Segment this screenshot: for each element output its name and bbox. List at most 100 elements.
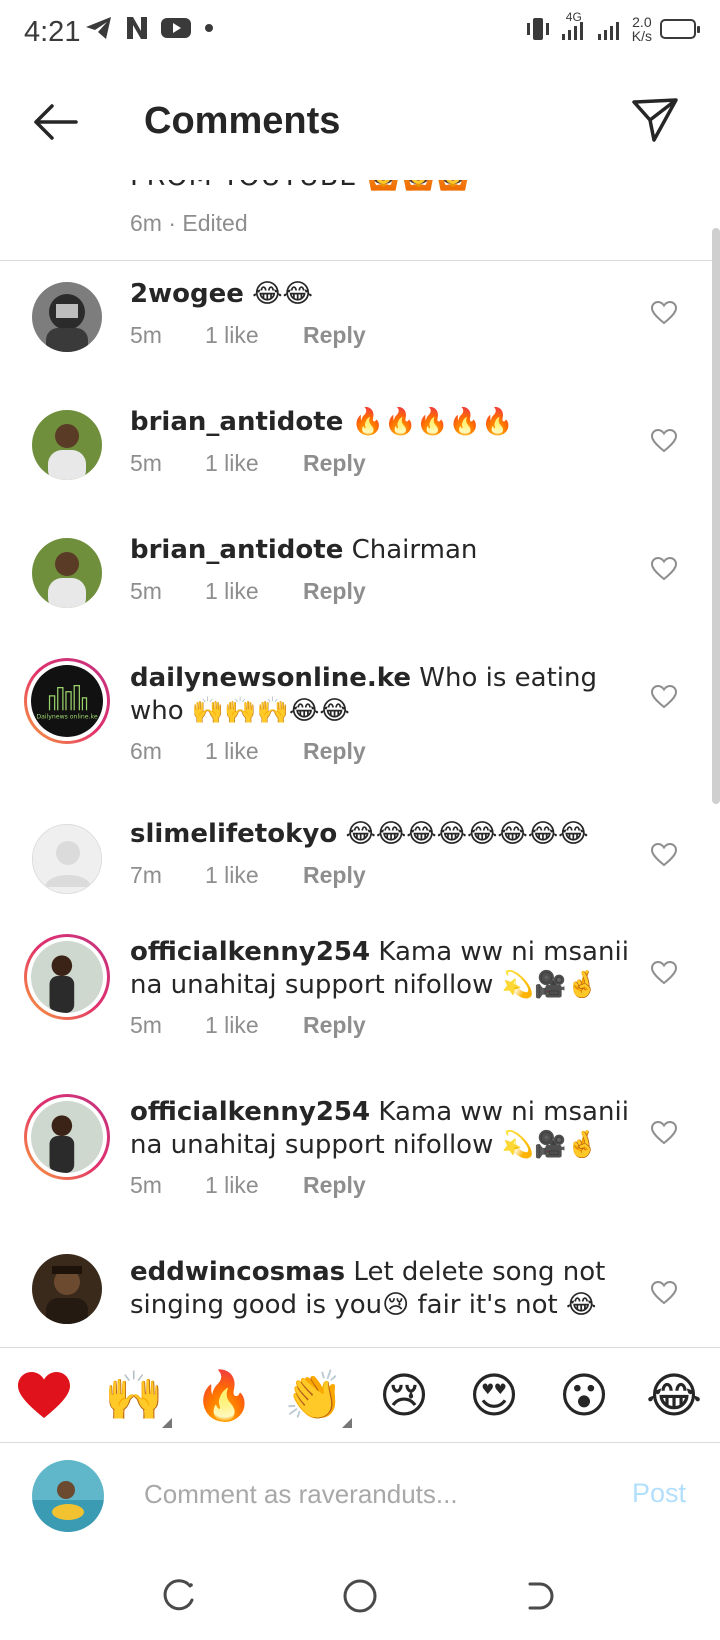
default-avatar-icon xyxy=(33,825,101,893)
comment-username[interactable]: brian_antidote xyxy=(130,535,343,565)
heart-outline-icon xyxy=(650,1280,678,1305)
scrollbar[interactable] xyxy=(712,228,720,804)
comment-text: eddwincosmas Let delete song not singing… xyxy=(130,1256,630,1322)
comment-username[interactable]: eddwincosmas xyxy=(130,1257,345,1287)
comments-header: Comments xyxy=(0,64,720,180)
avatar-story-ring[interactable] xyxy=(24,1094,110,1180)
comment-likes[interactable]: 1 like xyxy=(205,450,303,477)
comment-likes[interactable]: 1 like xyxy=(205,1012,303,1039)
comment-text: brian_antidote Chairman xyxy=(130,534,630,567)
telegram-icon xyxy=(86,17,111,39)
share-button[interactable] xyxy=(630,94,680,144)
comment-item: slimelifetokyo 😂😂😂😂😂😂😂😂 7m 1 like Reply xyxy=(0,806,720,934)
home-button[interactable] xyxy=(340,1576,380,1616)
comment-text: 2wogee 😂😂 xyxy=(130,278,630,311)
avatar xyxy=(31,941,103,1013)
comment-username[interactable]: officialkenny254 xyxy=(130,1097,370,1127)
comment-username[interactable]: 2wogee xyxy=(130,279,244,309)
surprised-face-icon: 😮 xyxy=(558,1368,610,1424)
heart-outline-icon xyxy=(650,960,678,985)
comment-likes[interactable]: 1 like xyxy=(205,578,303,605)
comment-item: brian_antidote Chairman 5m 1 like Reply xyxy=(0,518,720,646)
speed-unit: K/s xyxy=(631,28,652,44)
comment-time: 7m xyxy=(130,862,162,888)
reply-button[interactable]: Reply xyxy=(303,1172,366,1199)
reply-button[interactable]: Reply xyxy=(303,450,366,477)
post-button[interactable]: Post xyxy=(632,1478,686,1509)
more-options-icon xyxy=(162,1418,172,1428)
comment-username[interactable]: officialkenny254 xyxy=(130,937,370,967)
avatar: Dailynews online.ke xyxy=(31,665,103,737)
reaction-clap[interactable]: 👏 xyxy=(284,1366,352,1428)
comment-composer: Post xyxy=(0,1444,720,1554)
like-comment-button[interactable] xyxy=(650,842,678,868)
comment-list[interactable]: 2wogee 😂😂 5m 1 like Reply brian_antidote… xyxy=(0,262,720,1346)
network-type-label: 4G xyxy=(565,10,582,24)
like-comment-button[interactable] xyxy=(650,300,678,326)
comment-text: dailynewsonline.ke Who is eating who 🙌🙌🙌… xyxy=(130,662,630,728)
reply-button[interactable]: Reply xyxy=(303,322,366,349)
comment-text: officialkenny254 Kama ww ni msanii na un… xyxy=(130,1096,630,1162)
comment-time: 6m xyxy=(130,738,162,764)
comment-meta: 5m 1 like Reply xyxy=(130,578,366,605)
like-comment-button[interactable] xyxy=(650,428,678,454)
mobile-signal-4g-icon: 4G xyxy=(560,10,588,44)
crying-face-icon: 😢 xyxy=(378,1368,430,1424)
reaction-laughing[interactable]: 😂 xyxy=(644,1366,704,1426)
youtube-icon xyxy=(161,18,191,38)
recent-apps-button[interactable] xyxy=(160,1576,200,1616)
like-comment-button[interactable] xyxy=(650,1120,678,1146)
avatar-default[interactable] xyxy=(32,824,102,894)
comment-likes[interactable]: 1 like xyxy=(205,322,303,349)
back-button[interactable] xyxy=(30,100,80,144)
like-comment-button[interactable] xyxy=(650,960,678,986)
back-nav-button[interactable] xyxy=(520,1576,560,1616)
back-nav-icon xyxy=(528,1582,554,1610)
heart-outline-icon xyxy=(650,556,678,581)
like-comment-button[interactable] xyxy=(650,684,678,710)
laughing-face-icon: 😂 xyxy=(645,1368,703,1424)
caption-meta: 6m · Edited xyxy=(130,210,248,236)
comment-item: officialkenny254 Kama ww ni msanii na un… xyxy=(0,1094,720,1254)
avatar[interactable] xyxy=(32,282,102,352)
reaction-crying[interactable]: 😢 xyxy=(374,1366,434,1426)
arrow-left-icon xyxy=(34,104,78,140)
more-options-icon xyxy=(342,1418,352,1428)
reaction-surprised[interactable]: 😮 xyxy=(554,1366,614,1426)
comment-item: 2wogee 😂😂 5m 1 like Reply xyxy=(0,262,720,390)
like-comment-button[interactable] xyxy=(650,1280,678,1306)
page-title: Comments xyxy=(144,100,341,142)
reaction-raising-hands[interactable]: 🙌 xyxy=(104,1366,172,1428)
comment-meta: 5m 1 like Reply xyxy=(130,450,366,477)
comment-username[interactable]: brian_antidote xyxy=(130,407,343,437)
comment-likes[interactable]: 1 like xyxy=(205,862,303,889)
avatar-story-ring[interactable] xyxy=(24,934,110,1020)
comment-time: 5m xyxy=(130,450,162,476)
comment-meta: 5m 1 like Reply xyxy=(130,1172,366,1199)
reply-button[interactable]: Reply xyxy=(303,1012,366,1039)
comment-username[interactable]: dailynewsonline.ke xyxy=(130,663,411,693)
reaction-heart[interactable] xyxy=(14,1366,74,1426)
like-comment-button[interactable] xyxy=(650,556,678,582)
reaction-fire[interactable]: 🔥 xyxy=(194,1366,254,1426)
comment-input[interactable] xyxy=(144,1474,564,1514)
reply-button[interactable]: Reply xyxy=(303,578,366,605)
heart-eyes-icon: 😍 xyxy=(468,1368,520,1424)
avatar[interactable] xyxy=(32,410,102,480)
status-notification-icons xyxy=(84,14,216,42)
recent-apps-icon xyxy=(163,1579,194,1611)
comment-message: 😂😂 xyxy=(243,279,313,309)
avatar[interactable] xyxy=(32,538,102,608)
comment-username[interactable]: slimelifetokyo xyxy=(130,819,337,849)
status-time: 4:21 xyxy=(24,16,81,48)
avatar[interactable] xyxy=(32,1254,102,1324)
avatar-story-ring[interactable]: Dailynews online.ke xyxy=(24,658,110,744)
comment-likes[interactable]: 1 like xyxy=(205,738,303,765)
comment-meta: 5m 1 like Reply xyxy=(130,1012,366,1039)
comment-text: brian_antidote 🔥🔥🔥🔥🔥 xyxy=(130,406,630,439)
reaction-heart-eyes[interactable]: 😍 xyxy=(464,1366,524,1426)
reply-button[interactable]: Reply xyxy=(303,738,366,765)
comment-item: brian_antidote 🔥🔥🔥🔥🔥 5m 1 like Reply xyxy=(0,390,720,518)
reply-button[interactable]: Reply xyxy=(303,862,366,889)
comment-likes[interactable]: 1 like xyxy=(205,1172,303,1199)
